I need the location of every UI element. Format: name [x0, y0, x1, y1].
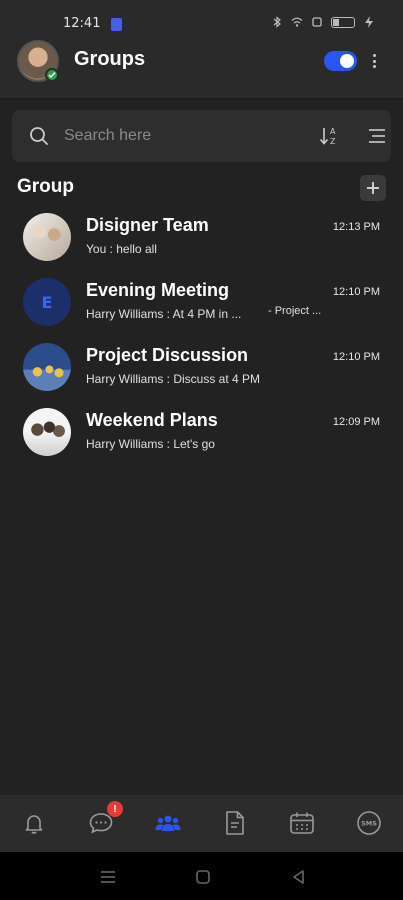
back-icon[interactable]	[290, 868, 308, 886]
more-options-icon[interactable]	[369, 52, 379, 70]
svg-text:Z: Z	[330, 137, 336, 146]
group-name: Project Discussion	[86, 345, 249, 365]
project-tag: - Project ...	[268, 305, 322, 317]
group-avatar	[23, 408, 71, 456]
vibrate-icon	[312, 17, 322, 27]
list-item[interactable]: Project Discussion 12:10 PM Harry Willia…	[0, 343, 403, 405]
nav-groups[interactable]	[154, 809, 182, 837]
page-title: Groups	[74, 48, 146, 70]
chat-badge: !	[107, 801, 123, 817]
add-group-button[interactable]	[360, 175, 386, 201]
group-initial: E	[41, 292, 53, 312]
group-name: Disigner Team	[86, 215, 209, 235]
recent-apps-icon[interactable]	[99, 868, 117, 886]
nav-documents[interactable]	[221, 809, 249, 837]
status-toggle[interactable]	[324, 51, 357, 71]
group-name: Weekend Plans	[86, 410, 218, 430]
battery-icon	[331, 16, 355, 28]
home-icon[interactable]	[194, 868, 212, 886]
profile-avatar[interactable]	[17, 40, 59, 82]
list-item[interactable]: E Evening Meeting 12:10 PM Harry William…	[0, 278, 403, 340]
group-avatar: E	[23, 278, 71, 326]
list-item[interactable]: Disigner Team 12:13 PM You : hello all	[0, 213, 403, 275]
system-nav-bar	[0, 852, 403, 900]
last-message: You : hello all	[86, 242, 157, 256]
status-time: 12:41	[63, 16, 101, 31]
nav-sms[interactable]: SMS	[355, 809, 383, 837]
nav-chats[interactable]: !	[87, 801, 123, 837]
header: Groups	[0, 40, 403, 98]
sms-label: SMS	[361, 820, 377, 828]
charging-icon	[365, 16, 373, 28]
status-indicators	[271, 16, 375, 28]
last-message: Harry Williams : Discuss at 4 PM	[86, 372, 261, 386]
message-time: 12:10 PM	[332, 286, 380, 298]
message-time: 12:13 PM	[332, 221, 380, 233]
last-message: Harry Williams : Let's go	[86, 437, 215, 451]
filter-icon[interactable]	[367, 127, 387, 145]
app-notification-icon	[111, 18, 122, 31]
online-check-icon	[45, 68, 59, 82]
wifi-icon	[291, 17, 303, 27]
app-root: 12:41 Groups A	[0, 0, 403, 900]
nav-calendar[interactable]	[288, 809, 316, 837]
search-icon	[30, 127, 48, 145]
bell-icon	[25, 815, 43, 834]
bluetooth-icon	[273, 16, 281, 28]
status-bar: 12:41	[0, 0, 403, 44]
section-title: Group	[17, 176, 74, 197]
group-avatar	[23, 343, 71, 391]
message-time: 12:09 PM	[332, 416, 380, 428]
search-input[interactable]	[64, 123, 304, 149]
sort-az-icon[interactable]: A Z	[318, 125, 340, 147]
bottom-nav: ! SMS	[0, 795, 403, 852]
group-name: Evening Meeting	[86, 280, 230, 300]
group-avatar	[23, 213, 71, 261]
list-item[interactable]: Weekend Plans 12:09 PM Harry Williams : …	[0, 408, 403, 470]
calendar-icon	[290, 812, 314, 834]
nav-notifications[interactable]	[20, 809, 48, 837]
header-divider	[0, 98, 403, 99]
last-message: Harry Williams : At 4 PM in ...	[86, 307, 242, 321]
plus-icon	[367, 182, 379, 194]
message-time: 12:10 PM	[332, 351, 380, 363]
search-bar: A Z	[12, 110, 391, 162]
toggle-knob	[340, 54, 354, 68]
groups-icon	[155, 815, 181, 831]
sms-icon: SMS	[357, 811, 381, 835]
svg-text:A: A	[330, 127, 336, 136]
document-icon	[226, 811, 244, 835]
